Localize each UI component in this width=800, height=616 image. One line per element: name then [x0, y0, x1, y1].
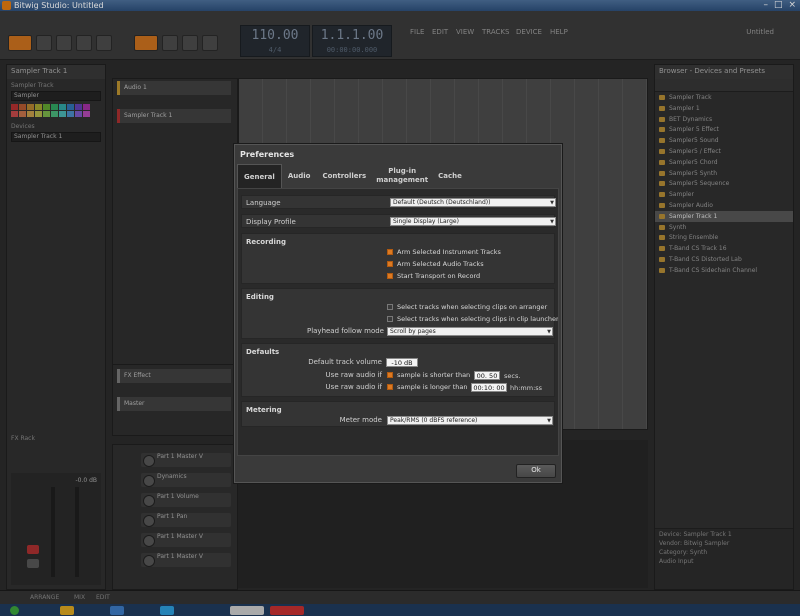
- language-row: Language Default (Deutsch (Deutschland))…: [241, 195, 556, 209]
- raw-short-label: Use raw audio if: [325, 371, 382, 379]
- raw-short-unit: secs.: [504, 372, 521, 380]
- raw-long-checkbox[interactable]: [387, 384, 393, 390]
- default-volume-label: Default track volume: [308, 358, 382, 366]
- raw-short-checkbox[interactable]: [387, 372, 393, 378]
- default-volume-field[interactable]: -10 dB: [386, 358, 418, 367]
- raw-long-text: sample is longer than: [397, 383, 468, 391]
- select-tracks-arranger-checkbox[interactable]: [387, 304, 393, 310]
- raw-long-label: Use raw audio if: [325, 383, 382, 391]
- language-label: Language: [246, 199, 281, 207]
- metering-title: Metering: [246, 406, 282, 414]
- raw-short-field[interactable]: 00. 50: [474, 371, 500, 380]
- defaults-title: Defaults: [246, 348, 280, 356]
- raw-long-unit: hh:mm:ss: [510, 384, 543, 392]
- tab-cache[interactable]: Cache: [432, 164, 468, 188]
- raw-long-field[interactable]: 00:10: 00: [471, 383, 507, 392]
- playhead-follow-dropdown[interactable]: Scroll by pages ▼: [387, 327, 553, 336]
- select-tracks-arranger-label: Select tracks when selecting clips on ar…: [397, 303, 548, 311]
- chevron-down-icon: ▼: [547, 329, 551, 335]
- arm-audio-label: Arm Selected Audio Tracks: [397, 260, 484, 268]
- arm-instrument-checkbox[interactable]: [387, 249, 393, 255]
- tab-plugin-management[interactable]: Plug-in management: [372, 164, 432, 188]
- select-tracks-launcher-checkbox[interactable]: [387, 316, 393, 322]
- editing-title: Editing: [246, 293, 274, 301]
- start-transport-checkbox[interactable]: [387, 273, 393, 279]
- ok-button[interactable]: Ok: [516, 464, 556, 478]
- recording-section: Recording Arm Selected Instrument Tracks…: [241, 233, 555, 284]
- playhead-follow-label: Playhead follow mode: [306, 327, 384, 335]
- arm-instrument-label: Arm Selected Instrument Tracks: [397, 248, 501, 256]
- start-transport-label: Start Transport on Record: [397, 272, 481, 280]
- meter-mode-dropdown[interactable]: Peak/RMS (0 dBFS reference) ▼: [387, 416, 553, 425]
- tab-audio[interactable]: Audio: [282, 164, 317, 188]
- arm-audio-checkbox[interactable]: [387, 261, 393, 267]
- defaults-section: Defaults Default track volume -10 dB Use…: [241, 343, 555, 397]
- meter-mode-label: Meter mode: [339, 416, 382, 424]
- tab-controllers[interactable]: Controllers: [316, 164, 372, 188]
- dialog-title: Preferences: [240, 150, 295, 159]
- display-profile-label: Display Profile: [246, 218, 296, 226]
- preferences-tabs: General Audio Controllers Plug-in manage…: [237, 164, 468, 189]
- display-profile-dropdown[interactable]: Single Display (Large) ▼: [390, 217, 556, 226]
- display-profile-row: Display Profile Single Display (Large) ▼: [241, 214, 556, 228]
- language-dropdown[interactable]: Default (Deutsch (Deutschland)) ▼: [390, 198, 556, 207]
- select-tracks-launcher-label: Select tracks when selecting clips in cl…: [397, 315, 559, 323]
- preferences-dialog: Preferences General Audio Controllers Pl…: [233, 143, 563, 484]
- recording-title: Recording: [246, 238, 286, 246]
- chevron-down-icon: ▼: [550, 219, 554, 225]
- raw-short-text: sample is shorter than: [397, 371, 471, 379]
- chevron-down-icon: ▼: [547, 418, 551, 424]
- chevron-down-icon: ▼: [550, 200, 554, 206]
- editing-section: Editing Select tracks when selecting cli…: [241, 288, 558, 339]
- general-settings: Language Default (Deutsch (Deutschland))…: [237, 188, 559, 456]
- tab-general[interactable]: General: [237, 164, 282, 189]
- metering-section: Metering Meter mode Peak/RMS (0 dBFS ref…: [241, 401, 555, 427]
